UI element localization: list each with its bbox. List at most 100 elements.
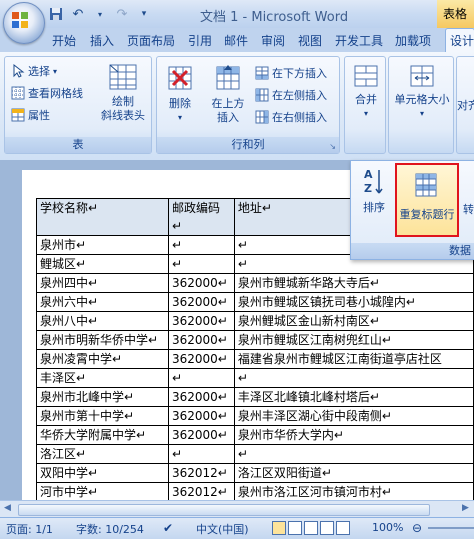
address-cell[interactable]: 福建省泉州市鲤城区江南街道亭店社区 — [233, 349, 474, 369]
scroll-right-icon[interactable]: ▶ — [462, 503, 469, 513]
draft-view-icon[interactable] — [336, 521, 350, 535]
word-count[interactable]: 字数: 10/254 — [76, 521, 144, 537]
save-icon[interactable] — [48, 6, 64, 22]
address-cell[interactable]: 泉州鲤城区金山新村南区↵ — [233, 311, 474, 331]
postal-code-text: 邮政编码↵ — [171, 201, 220, 233]
school-name-cell[interactable]: 洛江区↵ — [36, 444, 169, 464]
address-cell[interactable]: ↵ — [233, 368, 474, 388]
undo-icon[interactable]: ↶ — [70, 6, 86, 22]
tab-mailings[interactable]: 邮件 — [224, 32, 248, 49]
quick-access-toolbar: ↶ ▾ ↷ ▾ — [48, 4, 152, 24]
delete-button[interactable]: 删除 ▾ — [161, 63, 199, 125]
postal-code-cell[interactable]: 362000↵ — [167, 273, 235, 293]
school-name-cell[interactable]: 泉州六中↵ — [36, 292, 169, 312]
proofing-icon[interactable]: ✔ — [163, 521, 173, 535]
merge-label: 合并 — [355, 93, 377, 106]
merge-button[interactable]: 合并 ▾ — [347, 63, 385, 121]
dialog-launcher-icon[interactable]: ↘ — [329, 142, 336, 151]
properties-button[interactable]: 属性 — [11, 107, 50, 123]
address-cell[interactable]: 泉州丰泽区湖心街中段南侧↵ — [233, 406, 474, 426]
address-cell[interactable]: 泉州市鲤城新华路大寺后↵ — [233, 273, 474, 293]
postal-code-cell[interactable]: 362000↵ — [167, 425, 235, 445]
ribbon-tab-bar: 开始 插入 页面布局 引用 邮件 审阅 视图 开发工具 加载项 设计 — [0, 28, 474, 52]
address-cell[interactable]: 泉州市洛江区河市镇河市村↵ — [233, 482, 474, 502]
cell-size-label: 单元格大小 — [394, 93, 450, 106]
zoom-level[interactable]: 100% — [372, 521, 403, 534]
tab-developer[interactable]: 开发工具 — [335, 32, 383, 49]
select-button[interactable]: 选择 ▾ — [11, 63, 57, 79]
web-layout-icon[interactable] — [304, 521, 318, 535]
full-screen-reading-icon[interactable] — [288, 521, 302, 535]
zoom-slider[interactable] — [428, 527, 474, 529]
tab-references[interactable]: 引用 — [188, 32, 212, 49]
school-name-cell[interactable]: 华侨大学附属中学↵ — [36, 425, 169, 445]
address-cell[interactable]: 丰泽区北峰镇北峰村塔后↵ — [233, 387, 474, 407]
tab-add-ins[interactable]: 加载项 — [395, 32, 431, 49]
outline-view-icon[interactable] — [320, 521, 334, 535]
address-cell[interactable]: 泉州市鲤城区镇抚司巷小城隍内↵ — [233, 292, 474, 312]
school-name-cell[interactable]: 泉州市北峰中学↵ — [36, 387, 169, 407]
page-count[interactable]: 页面: 1/1 — [6, 521, 53, 537]
tab-home[interactable]: 开始 — [52, 32, 76, 49]
postal-code-cell[interactable]: 362000↵ — [167, 406, 235, 426]
postal-code-cell[interactable]: 362000↵ — [167, 330, 235, 350]
address-cell[interactable]: 泉州市鲤城区江南树兜红山↵ — [233, 330, 474, 350]
tab-review[interactable]: 审阅 — [261, 32, 285, 49]
tab-insert[interactable]: 插入 — [90, 32, 114, 49]
redo-icon[interactable]: ↷ — [114, 6, 130, 22]
tab-page-layout[interactable]: 页面布局 — [127, 32, 175, 49]
postal-code-cell[interactable]: ↵ — [167, 444, 235, 464]
print-layout-view-icon[interactable] — [272, 521, 286, 535]
address-cell[interactable]: 泉州市华侨大学内↵ — [233, 425, 474, 445]
address-cell[interactable]: 洛江区双阳街道↵ — [233, 463, 474, 483]
header-cell-school-name[interactable]: 学校名称↵ — [36, 198, 169, 236]
insert-left-button[interactable]: 在左侧插入 — [255, 87, 327, 103]
merge-cells-icon — [354, 65, 378, 87]
zoom-out-icon[interactable]: ⊖ — [412, 521, 422, 535]
postal-code-cell[interactable]: ↵ — [167, 235, 235, 255]
draw-diagonal-header-button[interactable]: 绘制 斜线表头 — [97, 63, 149, 123]
sort-button[interactable]: A Z 排序 — [355, 167, 393, 215]
school-name-cell[interactable]: 丰泽区↵ — [36, 368, 169, 388]
postal-code-cell[interactable]: ↵ — [167, 254, 235, 274]
tab-design[interactable]: 设计 — [445, 28, 474, 52]
postal-code-cell[interactable]: 362012↵ — [167, 482, 235, 502]
postal-code-cell[interactable]: ↵ — [167, 368, 235, 388]
scroll-left-icon[interactable]: ◀ — [4, 503, 11, 513]
header-cell-postal-code[interactable]: 邮政编码↵ — [167, 198, 235, 236]
insert-above-button[interactable]: 在上方 插入 — [205, 63, 251, 125]
alignment-button[interactable]: 对齐 — [457, 99, 474, 113]
postal-code-cell[interactable]: 362000↵ — [167, 292, 235, 312]
postal-code-cell[interactable]: 362000↵ — [167, 349, 235, 369]
repeat-header-rows-button[interactable]: 重复标题行 — [395, 163, 459, 237]
data-group-label: 数据 — [351, 243, 474, 259]
dropdown-arrow-icon[interactable]: ▾ — [92, 6, 108, 22]
view-gridlines-label: 查看网格线 — [28, 87, 83, 100]
svg-text:A: A — [364, 168, 373, 181]
postal-code-cell[interactable]: 362000↵ — [167, 387, 235, 407]
tab-view[interactable]: 视图 — [298, 32, 322, 49]
insert-right-button[interactable]: 在右侧插入 — [255, 109, 327, 125]
postal-code-cell[interactable]: 362012↵ — [167, 463, 235, 483]
scrollbar-thumb[interactable] — [18, 504, 430, 516]
view-gridlines-button[interactable]: 查看网格线 — [11, 85, 83, 101]
postal-code-cell[interactable]: 362000↵ — [167, 311, 235, 331]
customize-qat-icon[interactable]: ▾ — [136, 6, 152, 22]
school-name-cell[interactable]: 泉州市第十中学↵ — [36, 406, 169, 426]
address-cell[interactable]: ↵ — [233, 444, 474, 464]
school-name-cell[interactable]: 泉州市明新华侨中学↵ — [36, 330, 169, 350]
school-name-cell[interactable]: 泉州八中↵ — [36, 311, 169, 331]
horizontal-scrollbar[interactable]: ◀ ▶ — [0, 500, 474, 518]
school-name-cell[interactable]: 河市中学↵ — [36, 482, 169, 502]
table-row: 泉州凌霄中学↵ 362000↵ 福建省泉州市鲤城区江南街道亭店社区 — [36, 349, 474, 369]
school-name-cell[interactable]: 泉州四中↵ — [36, 273, 169, 293]
insert-below-button[interactable]: 在下方插入 — [255, 65, 327, 81]
school-name-cell[interactable]: 鲤城区↵ — [36, 254, 169, 274]
school-name-cell[interactable]: 泉州市↵ — [36, 235, 169, 255]
delete-table-icon — [168, 66, 192, 90]
language-indicator[interactable]: 中文(中国) — [196, 521, 249, 537]
school-name-cell[interactable]: 泉州凌霄中学↵ — [36, 349, 169, 369]
school-name-cell[interactable]: 双阳中学↵ — [36, 463, 169, 483]
convert-button[interactable]: 转 — [463, 203, 474, 217]
cell-size-button[interactable]: 单元格大小 ▾ — [391, 63, 453, 121]
